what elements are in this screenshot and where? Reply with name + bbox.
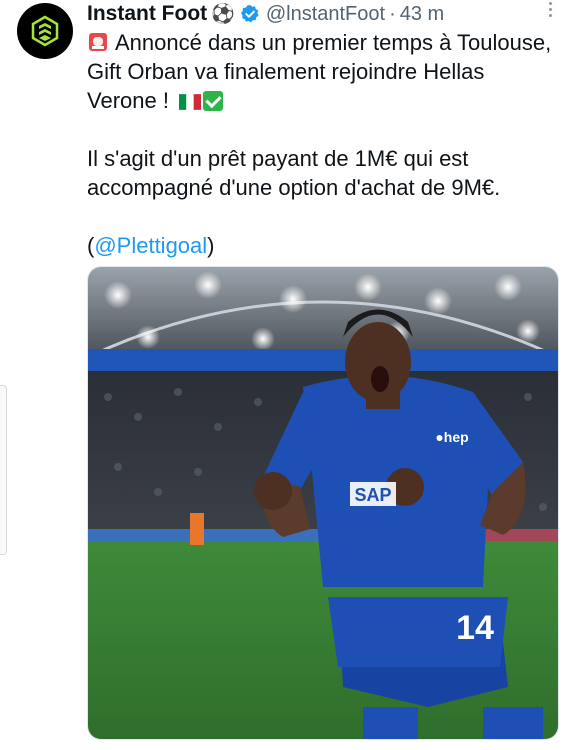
account-handle[interactable]: @lnstantFoot	[266, 3, 385, 26]
kit-sponsor-text: SAP	[354, 485, 391, 505]
verified-badge-icon	[240, 4, 260, 24]
kit-secondary-text: ●hep	[435, 429, 468, 445]
credit-close-paren: )	[207, 233, 215, 258]
soccer-ball-icon: ⚽	[211, 4, 235, 25]
stand-blue-band	[88, 349, 558, 371]
check-emoji-icon	[203, 91, 224, 111]
tweet-paragraph-1: Annoncé dans un premier temps à Toulouse…	[87, 28, 557, 115]
timestamp[interactable]: 43 m	[400, 3, 444, 26]
more-icon[interactable]	[546, 2, 554, 17]
tweet-header: Instant Foot ⚽ @lnstantFoot · 43 m	[87, 0, 554, 28]
tweet-paragraph-1-text: Annoncé dans un premier temps à Toulouse…	[87, 30, 552, 113]
shirt-number-text: 14	[456, 609, 494, 647]
tweet-credit: (@Plettigoal)	[87, 231, 557, 260]
instant-foot-logo-icon	[31, 15, 59, 47]
left-edge-tab	[0, 385, 7, 555]
tweet-text: Annoncé dans un premier temps à Toulouse…	[87, 28, 557, 260]
siren-emoji-icon	[89, 33, 107, 51]
tweet-photo[interactable]: SAP ●hep 14	[87, 266, 559, 740]
italy-flag-emoji-icon	[179, 94, 202, 110]
credit-mention-link[interactable]: @Plettigoal	[94, 233, 207, 258]
tweet-paragraph-2: Il s'agit d'un prêt payant de 1M€ qui es…	[87, 146, 501, 200]
stadium-roof	[88, 267, 558, 357]
account-name[interactable]: Instant Foot	[87, 2, 207, 26]
avatar[interactable]	[17, 3, 73, 59]
separator-dot: ·	[389, 2, 396, 25]
